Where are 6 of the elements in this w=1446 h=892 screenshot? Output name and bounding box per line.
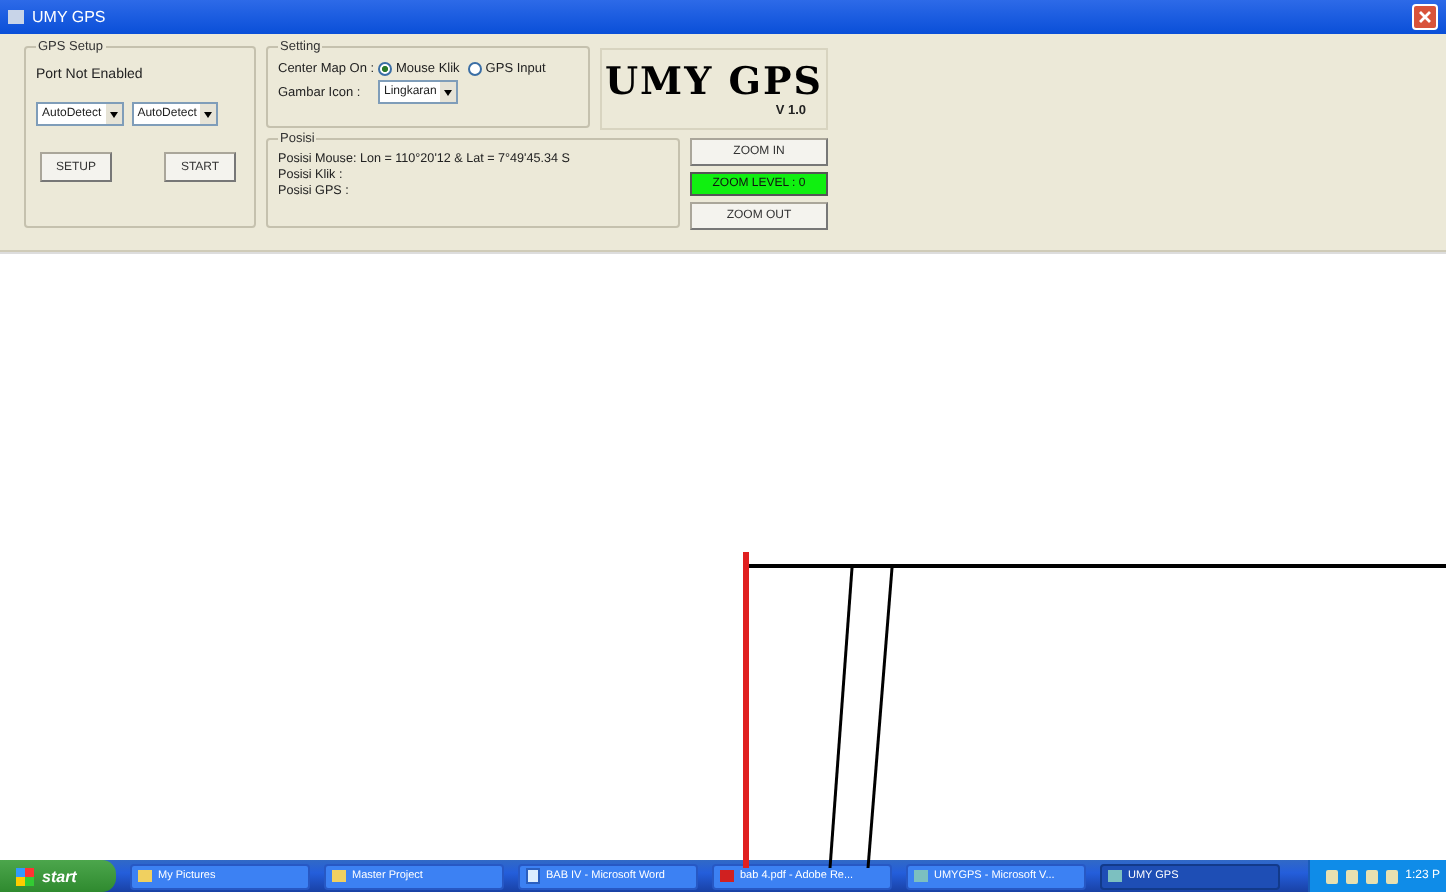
close-icon — [1418, 10, 1432, 24]
app-icon — [8, 10, 24, 24]
logo-text: UMY GPS — [604, 60, 823, 104]
window-title: UMY GPS — [32, 8, 108, 26]
start-button[interactable]: start — [0, 860, 116, 892]
close-button[interactable] — [1412, 4, 1438, 30]
